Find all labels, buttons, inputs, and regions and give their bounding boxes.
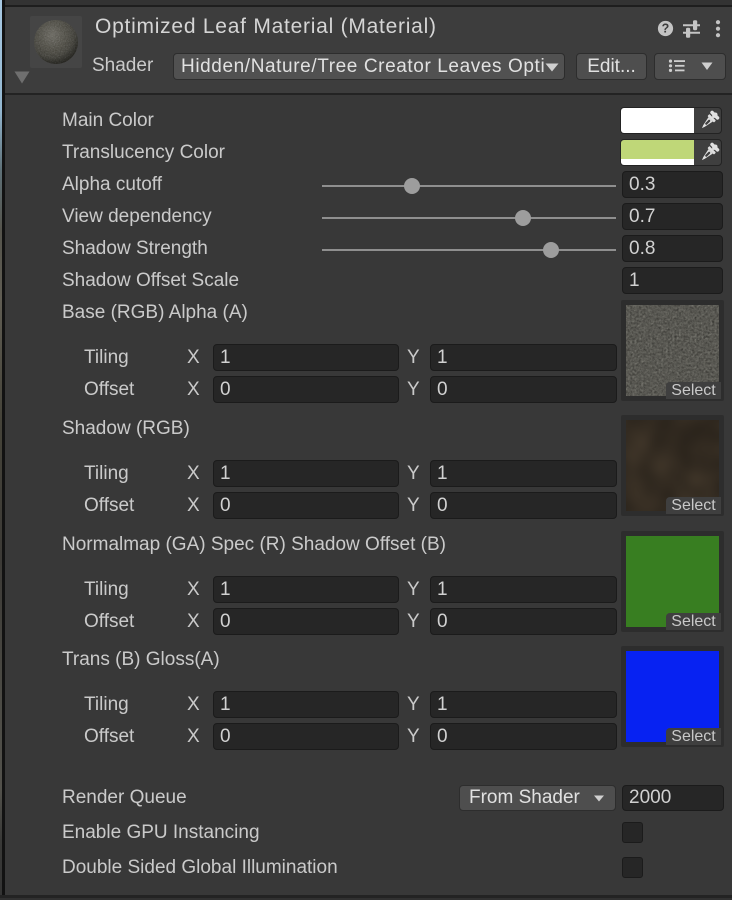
svg-text:?: ?: [662, 22, 670, 36]
